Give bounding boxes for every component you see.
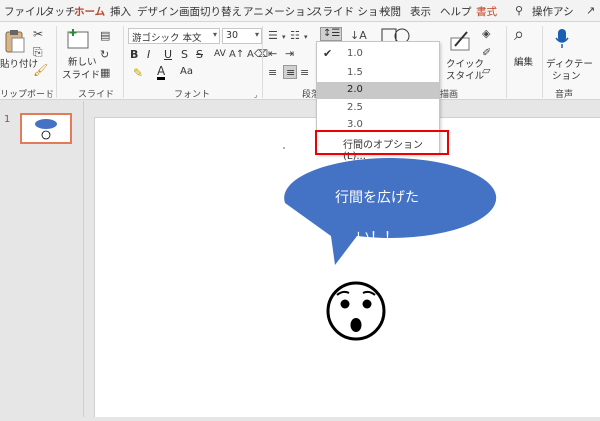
slide-number: 1 xyxy=(4,114,11,125)
font-size-dropdown[interactable]: 30 ▾ xyxy=(222,28,262,44)
highlight-icon[interactable]: ✎ xyxy=(133,67,143,79)
line-spacing-option-2-0[interactable]: 2.0 xyxy=(317,82,439,99)
slides-group-label: スライド xyxy=(78,90,115,100)
quick-styles-icon[interactable] xyxy=(449,28,475,52)
chevron-down-icon[interactable]: ▾ xyxy=(282,31,286,43)
tab-help[interactable]: ヘルプ xyxy=(440,4,472,19)
font-name-value: 游ゴシック 本文 xyxy=(132,33,202,44)
tab-format[interactable]: 書式 xyxy=(476,4,497,19)
separator xyxy=(123,26,124,98)
slide-canvas[interactable]: 行間を広げた い！！ xyxy=(94,117,600,417)
increase-indent-icon[interactable]: ⇥ xyxy=(285,48,294,60)
layout-icon[interactable]: ▤ xyxy=(100,30,110,42)
separator xyxy=(56,26,57,98)
clipboard-launcher-icon[interactable]: ⌟ xyxy=(49,89,52,101)
grow-font-icon[interactable]: A↑ xyxy=(229,49,244,61)
tell-me-search[interactable]: 操作アシ xyxy=(532,4,574,19)
slide-thumbnail[interactable] xyxy=(20,113,72,144)
font-name-dropdown[interactable]: 游ゴシック 本文 ▾ xyxy=(128,28,220,44)
slide-content: 行間を広げた い！！ xyxy=(283,147,497,341)
share-icon[interactable]: ↗ xyxy=(586,5,595,17)
chevron-down-icon: ▾ xyxy=(212,30,217,39)
chevron-down-icon[interactable]: ▾ xyxy=(304,31,308,43)
italic-button[interactable]: I xyxy=(147,48,150,61)
underline-button[interactable]: U xyxy=(164,48,172,61)
change-case-button[interactable]: Aa xyxy=(180,66,193,77)
tab-animations[interactable]: アニメーション xyxy=(243,4,316,19)
option-label: 1.5 xyxy=(347,67,363,78)
check-icon: ✔ xyxy=(323,47,333,60)
align-left-icon[interactable]: ≡ xyxy=(268,67,277,79)
tab-home[interactable]: ホーム xyxy=(74,4,106,24)
section-icon[interactable]: ▦ xyxy=(100,67,110,79)
tab-design[interactable]: デザイン xyxy=(137,4,179,19)
line-spacing-option-1-5[interactable]: 1.5 xyxy=(317,65,439,82)
slide-thumbnail-pane xyxy=(0,101,84,417)
clipboard-group-label: リップボード xyxy=(0,90,55,100)
ribbon-home: 貼り付け ✂ ⎘ 🖌 リップボード ⌟ 新しい スライド ▤ ↻ ▦ スライド … xyxy=(0,22,600,100)
option-label: 3.0 xyxy=(347,119,363,130)
option-label: 2.5 xyxy=(347,102,363,113)
bubble-text-line1[interactable]: 行間を広げた xyxy=(335,190,419,206)
copy-icon[interactable]: ⎘ xyxy=(33,46,43,58)
bullets-icon[interactable]: ☰ xyxy=(268,30,278,42)
ribbon-tab-bar: ファイル タッチ ホーム 挿入 デザイン 画面切り替え アニメーション スライド… xyxy=(0,0,600,24)
tab-touch[interactable]: タッチ xyxy=(44,4,76,19)
dictate-label-2[interactable]: ション xyxy=(552,68,581,82)
microphone-icon[interactable] xyxy=(554,28,570,50)
line-spacing-button[interactable]: ↕☰ xyxy=(320,27,342,41)
tab-file[interactable]: ファイル xyxy=(4,4,46,19)
new-slide-icon[interactable] xyxy=(66,28,90,50)
bold-button[interactable]: B xyxy=(130,48,138,61)
option-label: 1.0 xyxy=(347,48,363,59)
drawing-group-label: 描画 xyxy=(440,90,459,100)
font-size-value: 30 xyxy=(226,30,239,41)
reset-icon[interactable]: ↻ xyxy=(100,49,109,61)
separator xyxy=(542,26,543,98)
strikethrough-button[interactable]: S xyxy=(196,48,203,61)
shape-fill-icon[interactable]: ◈ xyxy=(482,28,490,40)
character-spacing-button[interactable]: AV xyxy=(214,49,226,59)
thumbnail-preview xyxy=(35,119,57,140)
clear-format-icon[interactable]: A⌫ xyxy=(247,49,268,61)
font-color-button[interactable]: A xyxy=(157,65,166,80)
font-launcher-icon[interactable]: ⌟ xyxy=(254,89,257,101)
align-center-icon: ≡ xyxy=(286,66,296,79)
tab-transitions[interactable]: 画面切り替え xyxy=(179,4,242,19)
chevron-down-icon: ▾ xyxy=(254,30,259,39)
bubble-text-line2[interactable]: い！！ xyxy=(356,230,398,246)
tab-slideshow[interactable]: スライド ショー xyxy=(312,4,389,19)
find-icon[interactable]: ⌕ xyxy=(514,26,524,44)
align-right-icon[interactable]: ≡ xyxy=(300,67,309,79)
line-spacing-option-2-5[interactable]: 2.5 xyxy=(317,100,439,117)
new-slide-label-2[interactable]: スライド xyxy=(62,67,100,81)
stray-dot xyxy=(283,147,285,149)
quick-style-label-2[interactable]: スタイル xyxy=(446,68,484,82)
highlight-box xyxy=(315,130,449,155)
new-slide-label-1[interactable]: 新しい xyxy=(68,54,97,68)
editing-label[interactable]: 編集 xyxy=(514,54,533,68)
tab-view[interactable]: 表示 xyxy=(410,4,431,19)
format-painter-icon[interactable]: 🖌 xyxy=(33,64,48,76)
tab-insert[interactable]: 挿入 xyxy=(110,4,131,19)
speech-bubble[interactable] xyxy=(284,158,497,265)
line-spacing-option-1-0[interactable]: ✔ 1.0 xyxy=(317,46,439,63)
option-label: 2.0 xyxy=(347,84,363,95)
surprised-face-icon[interactable] xyxy=(326,281,386,341)
separator xyxy=(262,26,263,98)
cut-icon[interactable]: ✂ xyxy=(33,28,43,40)
numbering-icon[interactable]: ☷ xyxy=(290,30,300,42)
font-group-label: フォント xyxy=(174,90,211,100)
shape-effects-icon[interactable]: ▱ xyxy=(482,65,490,77)
decrease-indent-icon[interactable]: ⇤ xyxy=(268,48,277,60)
voice-group-label: 音声 xyxy=(555,90,574,100)
separator xyxy=(506,26,507,98)
paste-icon[interactable] xyxy=(4,28,26,54)
align-center-button[interactable]: ≡ xyxy=(283,65,297,79)
line-spacing-icon: ↕☰ xyxy=(323,28,341,39)
lightbulb-icon[interactable]: ⚲ xyxy=(515,5,523,17)
shadow-button[interactable]: S xyxy=(181,48,188,61)
tab-review[interactable]: 校閲 xyxy=(380,4,401,19)
shape-outline-icon[interactable]: ✐ xyxy=(482,47,491,59)
